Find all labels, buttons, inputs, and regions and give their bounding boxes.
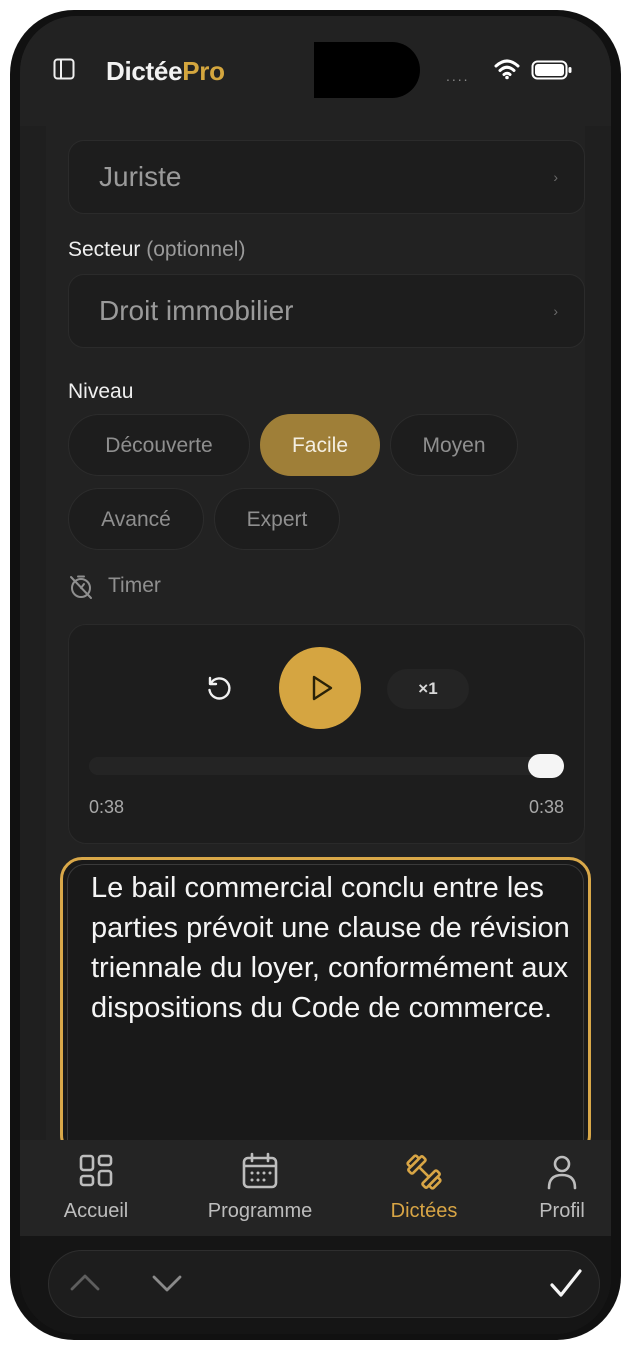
profession-select[interactable]: Juriste › [68,140,585,214]
sector-value: Droit immobilier [99,295,294,326]
level-chip-decouverte[interactable]: Découverte [68,414,250,476]
speed-button[interactable]: ×1 [387,669,469,709]
timer-label: Timer [108,574,161,597]
sector-label: Secteur (optionnel) [68,238,245,262]
play-button[interactable] [279,647,361,729]
chevron-up-icon[interactable] [68,1266,102,1300]
level-chip-expert[interactable]: Expert [214,488,340,550]
wifi-icon [494,59,520,80]
calendar-icon [242,1152,278,1189]
timer-off-icon [70,575,92,599]
elapsed-time: 0:38 [89,797,125,817]
progress-slider[interactable] [89,754,564,778]
nav-item-programme[interactable]: Programme [190,1140,330,1236]
battery-icon [531,60,572,80]
profession-value: Juriste [99,161,182,192]
keyboard-toolbar [20,1236,611,1334]
bottom-navigation: Accueil Programme Dictées Profil [20,1140,611,1236]
dictation-textarea[interactable]: Le bail commercial conclu entre les part… [60,857,591,1174]
dumbbell-icon [406,1154,442,1190]
checkmark-icon[interactable] [548,1266,584,1302]
sector-optional: (optionnel) [146,238,246,261]
nav-label-programme: Programme [207,1200,313,1222]
brand-name-part2: Pro [182,56,225,86]
nav-item-profil[interactable]: Profil [492,1140,611,1236]
content-area: Juriste › Secteur (optionnel) Droit immo… [20,126,611,1174]
dictation-text: Le bail commercial conclu entre les part… [91,872,570,1024]
camera-cutout [314,42,420,98]
nav-label-profil: Profil [539,1200,585,1222]
play-icon [312,675,333,701]
phone-frame: DictéePro .... Juriste › Secteur (option… [10,10,621,1340]
total-duration: 0:38 [528,797,564,817]
sector-select[interactable]: Droit immobilier › [68,274,585,348]
brand-name-part1: Dictée [106,56,183,86]
nav-label-dictees: Dictées [390,1200,458,1222]
app-header: DictéePro .... [20,16,611,126]
slider-thumb[interactable] [528,754,564,778]
audio-player: ×1 0:38 0:38 [68,624,585,844]
level-chip-avance[interactable]: Avancé [68,488,204,550]
chevron-down-icon[interactable] [150,1266,184,1300]
progress-fill [89,757,564,775]
level-label: Niveau [68,380,134,403]
nav-label-accueil: Accueil [63,1200,129,1222]
keyboard-toolbar-pill [48,1250,600,1318]
nav-item-dictees[interactable]: Dictées [354,1140,494,1236]
chevron-right-icon: › [553,303,558,319]
screen: DictéePro .... Juriste › Secteur (option… [20,16,611,1334]
grid-icon [79,1154,113,1187]
level-chip-moyen[interactable]: Moyen [390,414,518,476]
person-icon [547,1155,577,1190]
sector-label-text: Secteur [68,238,141,261]
replay-icon[interactable] [205,675,233,703]
nav-item-accueil[interactable]: Accueil [26,1140,166,1236]
chevron-right-icon: › [553,169,558,185]
sidebar-toggle-icon[interactable] [53,58,75,80]
brand-logo: DictéePro [106,56,225,87]
cellular-signal: .... [446,68,470,84]
level-chip-facile[interactable]: Facile [260,414,380,476]
